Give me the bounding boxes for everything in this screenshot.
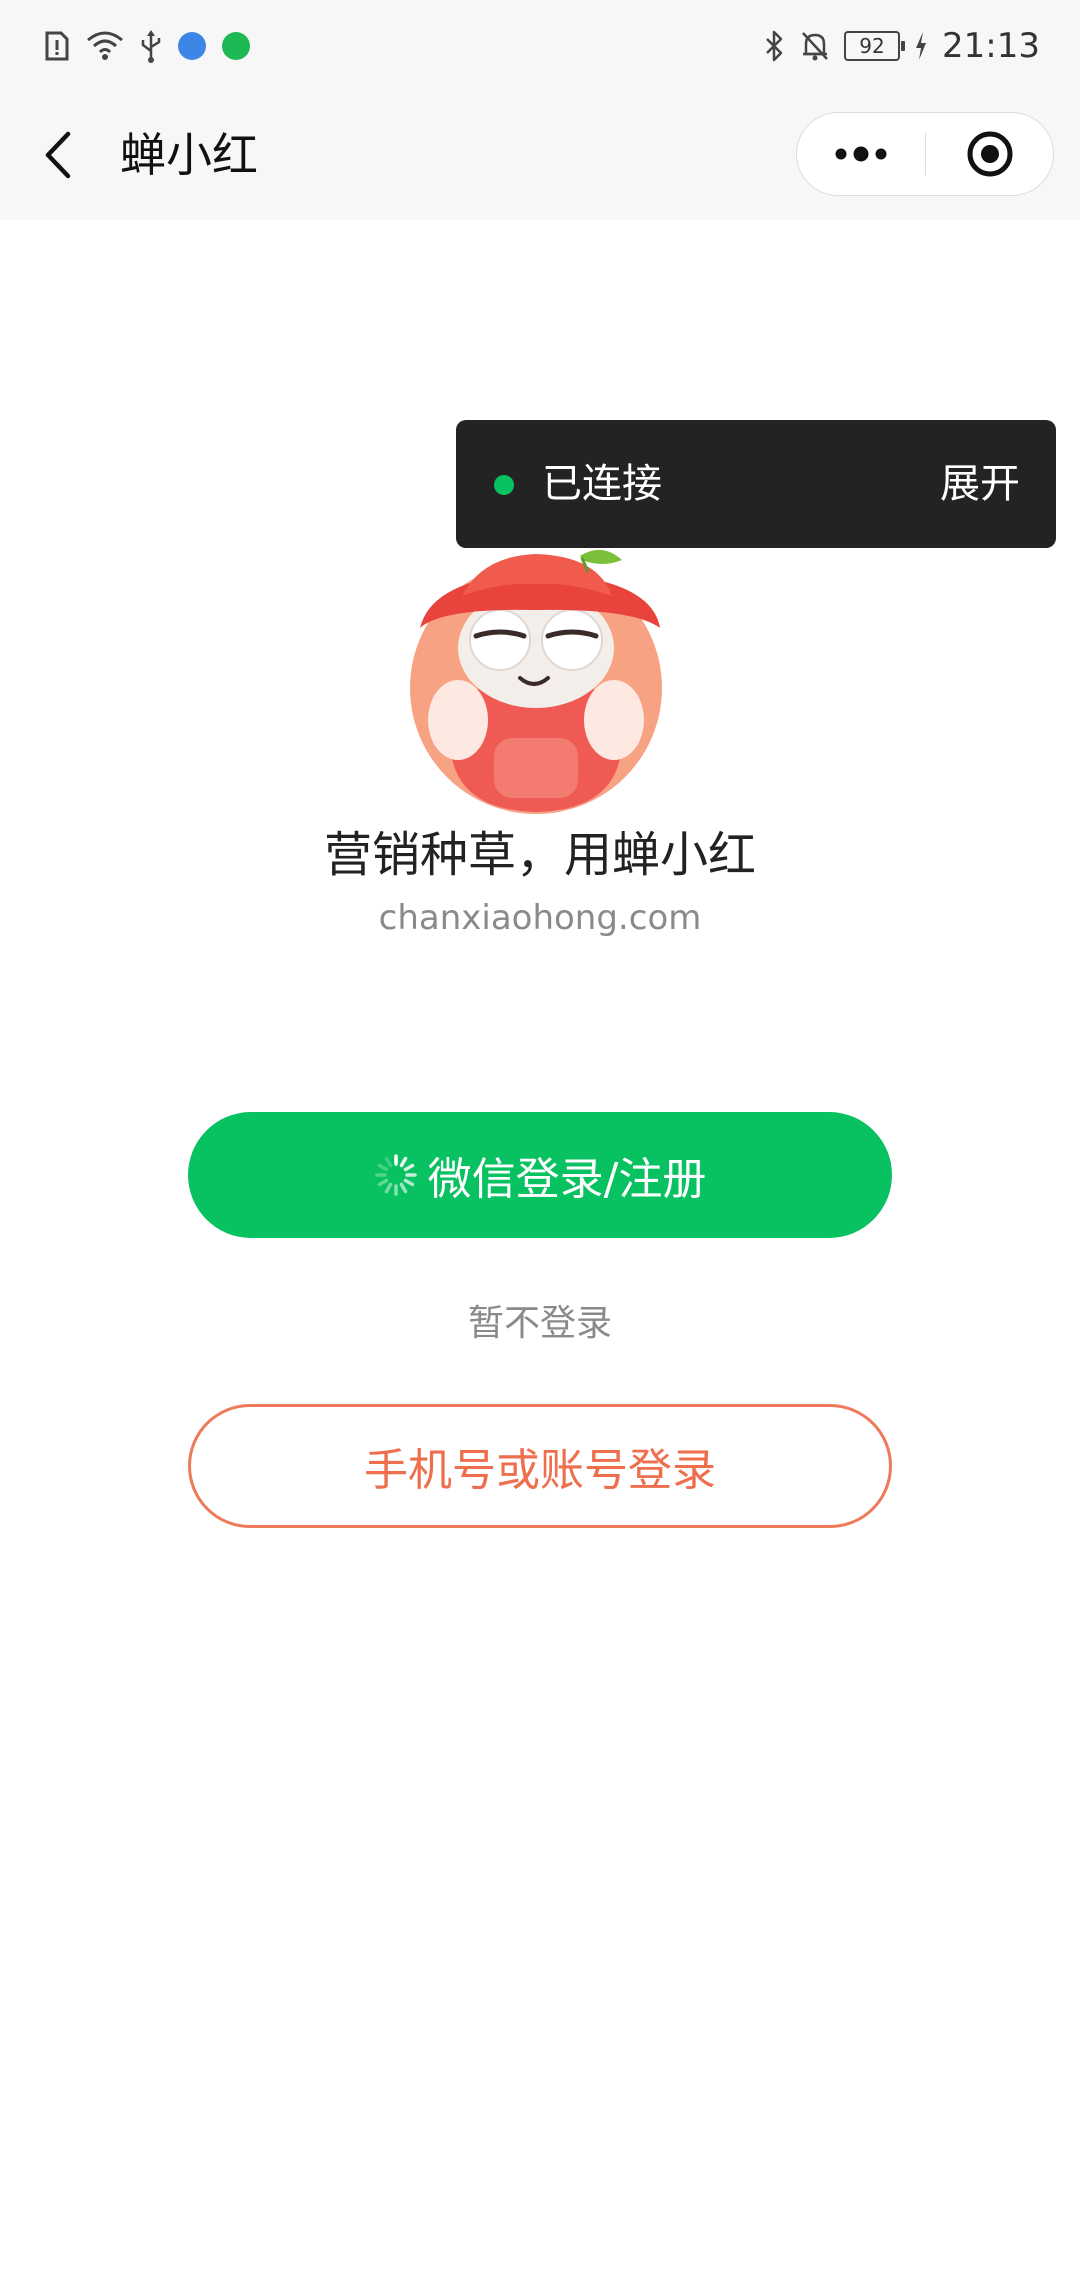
slogan: 营销种草，用蝉小红	[323, 827, 756, 883]
charging-icon	[916, 32, 927, 60]
wechat-login-label: 微信登录/注册	[427, 1154, 707, 1205]
close-button[interactable]	[926, 113, 1054, 195]
login-page: 92 21:13 蝉小红 已连接 展开 营销种草，用蝉小红 chanxiaoho…	[0, 0, 1080, 2280]
connected-dot	[494, 475, 514, 495]
mini-program-capsule	[796, 112, 1054, 196]
status-left	[44, 26, 250, 66]
usb-icon	[141, 30, 161, 63]
page-title: 蝉小红	[120, 128, 258, 182]
close-icon	[967, 131, 1013, 177]
skip-login-link[interactable]: 暂不登录	[0, 1296, 1080, 1352]
more-button[interactable]	[797, 113, 925, 195]
status-time: 21:13	[942, 26, 1040, 66]
wechat-login-button[interactable]: 微信登录/注册	[188, 1112, 892, 1238]
nav-bar: 蝉小红	[0, 90, 1080, 220]
mute-icon	[802, 32, 828, 61]
connection-toast: 已连接 展开	[456, 420, 1056, 548]
mascot-logo	[410, 549, 662, 814]
app-icon-blue	[178, 32, 206, 60]
back-icon[interactable]	[38, 126, 82, 184]
connection-status: 已连接	[542, 461, 662, 507]
bluetooth-icon	[766, 30, 783, 62]
phone-login-button[interactable]: 手机号或账号登录	[188, 1404, 892, 1528]
status-bar: 92 21:13	[0, 0, 1080, 90]
app-icon-green	[222, 32, 250, 60]
status-right: 92 21:13	[764, 26, 1040, 66]
alert-icon	[45, 31, 69, 61]
more-icon	[835, 146, 887, 162]
expand-button[interactable]: 展开	[940, 454, 1020, 514]
site-domain: chanxiaohong.com	[378, 898, 702, 938]
wifi-icon	[87, 31, 123, 60]
battery-icon: 92	[844, 31, 906, 61]
loading-spinner-icon	[374, 1154, 417, 1196]
